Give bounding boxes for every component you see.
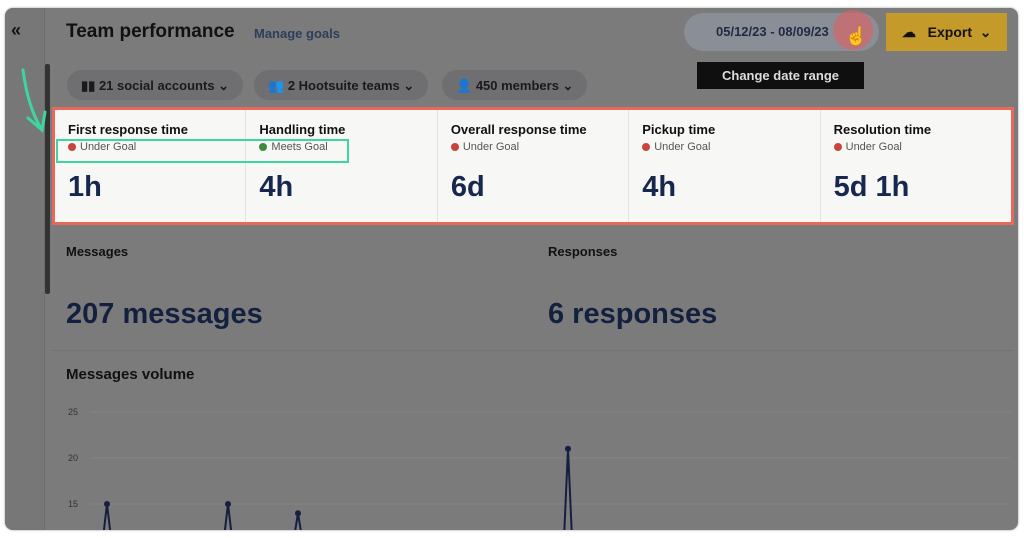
y-tick-label: 15 bbox=[68, 499, 78, 509]
series-line bbox=[563, 448, 573, 530]
series-line bbox=[102, 503, 112, 530]
data-point[interactable] bbox=[104, 501, 110, 507]
data-point[interactable] bbox=[565, 445, 571, 452]
y-tick-label: 25 bbox=[68, 407, 78, 417]
y-tick-label: 20 bbox=[68, 453, 78, 463]
messages-volume-chart: 25 20 15 bbox=[68, 407, 1010, 530]
data-point[interactable] bbox=[225, 501, 231, 507]
app-window: « Team performance Manage goals 05/12/23… bbox=[5, 8, 1018, 530]
data-point[interactable] bbox=[295, 510, 301, 517]
series-line bbox=[223, 503, 233, 530]
